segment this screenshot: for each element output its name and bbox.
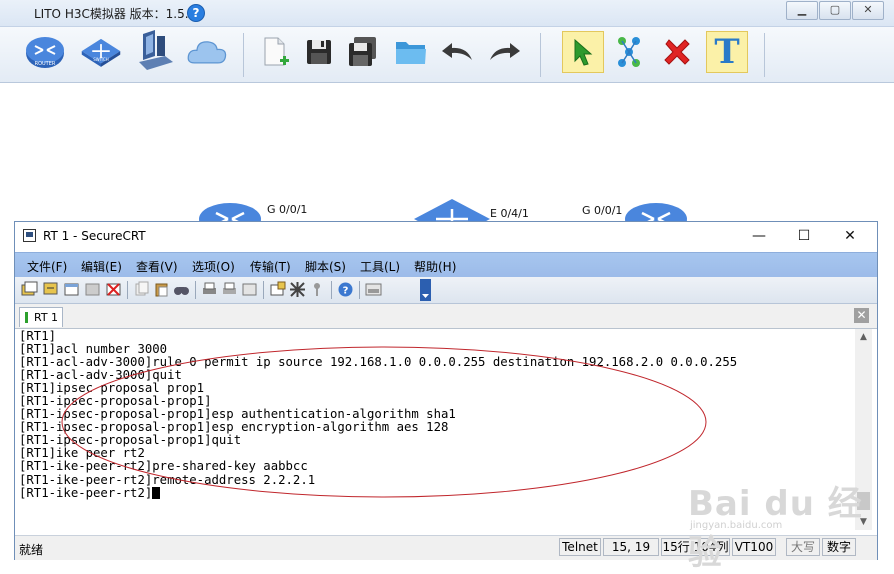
- print-icon[interactable]: [201, 281, 218, 298]
- connect-icon[interactable]: [21, 281, 38, 298]
- terminal-cursor: [152, 486, 161, 499]
- status-terminal-size: 15行,104列: [661, 538, 730, 556]
- terminal-prompt: [RT1-ike-peer-rt2]: [19, 485, 153, 500]
- terminal-scrollbar[interactable]: ▲ ▼: [855, 329, 872, 530]
- port-label: G 0/0/1: [267, 203, 308, 216]
- switch-icon[interactable]: SWITCH: [80, 31, 122, 73]
- key-icon[interactable]: [309, 281, 326, 298]
- quick-connect-icon[interactable]: [42, 281, 59, 298]
- terminal-line: [RT1-ike-peer-rt2]pre-shared-key aabbcc: [19, 459, 308, 474]
- select-pointer-icon[interactable]: [562, 31, 604, 73]
- text-tool-glyph: T: [714, 32, 740, 72]
- paste-icon[interactable]: [153, 281, 170, 298]
- save-as-icon[interactable]: [342, 31, 384, 73]
- simulator-titlebar: LITO H3C模拟器 版本：1.5.2 ? ▁ ▢ ✕: [0, 0, 894, 27]
- minimize-button[interactable]: —: [748, 226, 770, 246]
- menu-options[interactable]: 选项(O): [192, 258, 235, 275]
- tab-rt1-label: RT 1: [34, 311, 59, 324]
- copy-icon[interactable]: [133, 281, 150, 298]
- toolbar-divider: [331, 281, 332, 299]
- securecrt-title: RT 1 - SecureCRT: [43, 229, 146, 243]
- status-caps-lock: 大写: [786, 538, 820, 556]
- reconnect-icon[interactable]: [84, 281, 101, 298]
- scroll-down-icon[interactable]: ▼: [855, 514, 872, 530]
- menu-tools[interactable]: 工具(L): [360, 258, 400, 275]
- menu-transfer[interactable]: 传输(T): [250, 258, 291, 275]
- toolbar-overflow-icon[interactable]: [420, 279, 431, 301]
- cloud-icon[interactable]: [186, 31, 228, 73]
- close-button[interactable]: ✕: [839, 226, 861, 246]
- pc-icon[interactable]: [134, 30, 176, 73]
- toolbar-divider: [243, 33, 244, 77]
- connect-in-tab-icon[interactable]: [63, 281, 80, 298]
- toolbar-divider: [127, 281, 128, 299]
- save-icon[interactable]: [298, 31, 340, 73]
- delete-icon[interactable]: [656, 31, 698, 73]
- menu-edit[interactable]: 编辑(E): [81, 258, 122, 275]
- scroll-up-icon[interactable]: ▲: [855, 329, 872, 345]
- open-folder-icon[interactable]: [390, 31, 432, 73]
- keymap-icon[interactable]: [365, 281, 382, 298]
- close-button[interactable]: ✕: [852, 1, 884, 20]
- redo-icon[interactable]: [484, 31, 526, 73]
- terminal-output[interactable]: [RT1] [RT1]acl number 3000 [RT1-acl-adv-…: [19, 330, 855, 530]
- simulator-title: LITO H3C模拟器 版本：1.5.2: [34, 7, 197, 21]
- print-setup-icon[interactable]: [241, 281, 258, 298]
- securecrt-app-icon: [23, 229, 36, 242]
- disconnect-icon[interactable]: [105, 281, 122, 298]
- securecrt-window: RT 1 - SecureCRT — ☐ ✕ 文件(F) 编辑(E) 查看(V)…: [14, 221, 878, 560]
- undo-icon[interactable]: [436, 31, 478, 73]
- simulator-window-controls: ▁ ▢ ✕: [786, 1, 884, 20]
- connect-icon[interactable]: [608, 31, 650, 73]
- find-icon[interactable]: [173, 281, 190, 298]
- toolbar-divider: [764, 33, 765, 77]
- toolbar-divider: [359, 281, 360, 299]
- router-icon[interactable]: ROUTER: [24, 31, 66, 73]
- help-icon[interactable]: ?: [187, 4, 205, 22]
- switch-caption: SWITCH: [93, 57, 108, 62]
- status-protocol: Telnet: [559, 538, 601, 556]
- securecrt-toolbar: ?: [15, 277, 877, 304]
- router-caption: ROUTER: [35, 61, 56, 67]
- menu-help[interactable]: 帮助(H): [414, 258, 456, 275]
- status-text: 就绪: [19, 543, 44, 557]
- status-bar: 就绪 Telnet 15, 19 15行,104列 VT100 大写 数字: [15, 535, 877, 560]
- print-selection-icon[interactable]: [221, 281, 238, 298]
- new-file-icon[interactable]: [254, 31, 296, 73]
- minimize-button[interactable]: ▁: [786, 1, 818, 20]
- tab-rt1[interactable]: RT 1: [19, 307, 63, 327]
- text-tool-icon[interactable]: T: [706, 31, 748, 73]
- status-emulation: VT100: [732, 538, 776, 556]
- securecrt-titlebar: RT 1 - SecureCRT — ☐ ✕: [15, 222, 877, 251]
- status-cursor-position: 15, 19: [603, 538, 659, 556]
- scrollbar-thumb[interactable]: [857, 492, 870, 510]
- terminal-prompt-line: [RT1-ike-peer-rt2]: [19, 485, 855, 500]
- help-icon[interactable]: ?: [337, 281, 354, 298]
- menu-bar: 文件(F) 编辑(E) 查看(V) 选项(O) 传输(T) 脚本(S) 工具(L…: [15, 252, 877, 277]
- simulator-toolbar: ROUTER SWITCH T: [0, 27, 894, 83]
- toolbar-divider: [263, 281, 264, 299]
- port-label: G 0/0/1: [582, 204, 623, 217]
- menu-view[interactable]: 查看(V): [136, 258, 178, 275]
- port-label: E 0/4/1: [490, 207, 529, 220]
- toolbar-divider: [540, 33, 541, 77]
- menu-file[interactable]: 文件(F): [27, 258, 67, 275]
- toolbar-divider: [195, 281, 196, 299]
- maximize-button[interactable]: ▢: [819, 1, 851, 20]
- status-num-lock: 数字: [822, 538, 856, 556]
- menu-script[interactable]: 脚本(S): [305, 258, 346, 275]
- session-options-icon[interactable]: [269, 281, 286, 298]
- global-options-icon[interactable]: [289, 281, 306, 298]
- session-tab-bar: RT 1 ✕: [15, 304, 877, 329]
- maximize-button[interactable]: ☐: [793, 226, 815, 246]
- svg-text:?: ?: [343, 286, 349, 297]
- close-icon[interactable]: ✕: [854, 308, 869, 323]
